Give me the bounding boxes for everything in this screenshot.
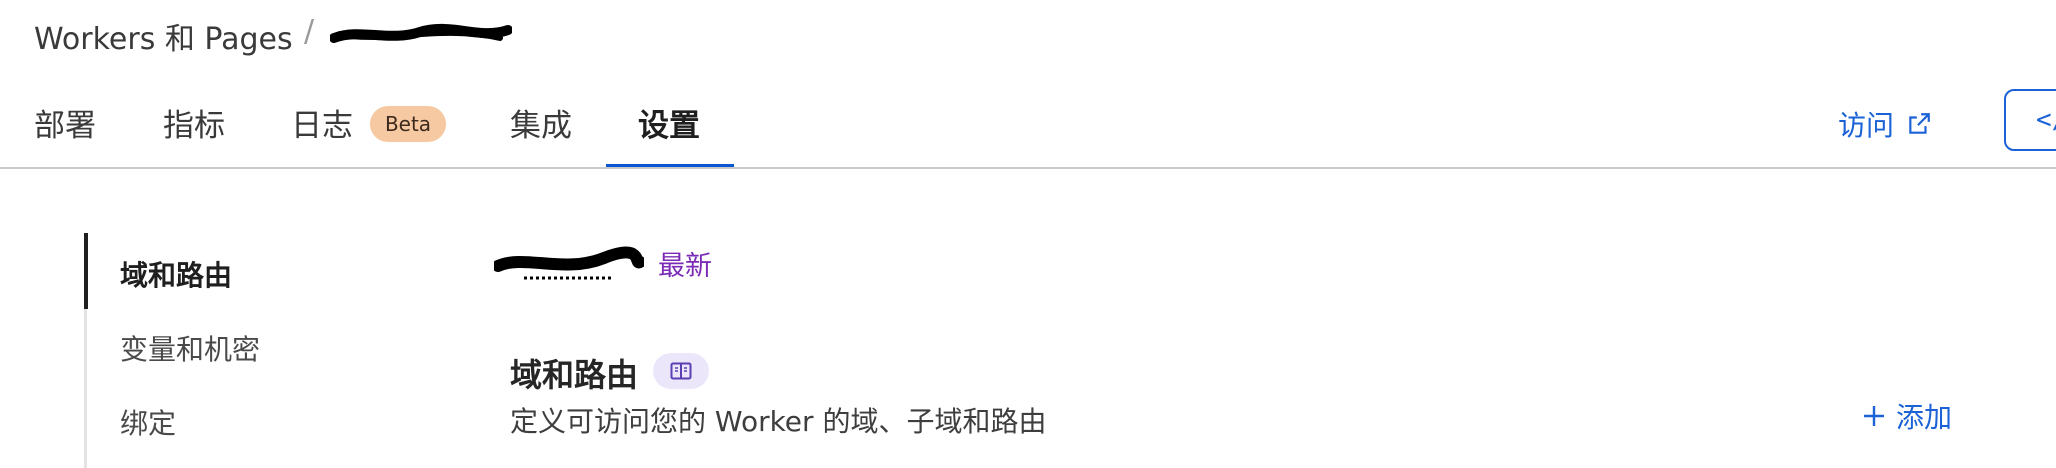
- section-title: 域和路由: [510, 356, 639, 394]
- sidenav-item-variables-secrets[interactable]: 变量和机密: [120, 328, 260, 368]
- tab-logs[interactable]: 日志: [291, 100, 353, 145]
- plus-icon: [1864, 406, 1884, 426]
- visit-label: 访问: [1838, 109, 1895, 142]
- latest-version-label: 最新: [658, 251, 712, 282]
- sidenav-item-bindings[interactable]: 绑定: [120, 402, 176, 442]
- tab-integrations[interactable]: 集成: [510, 100, 572, 145]
- add-label: 添加: [1896, 401, 1953, 434]
- beta-badge: Beta: [370, 106, 446, 142]
- visit-link[interactable]: 访问: [1838, 104, 1932, 144]
- docs-link[interactable]: [653, 353, 709, 389]
- book-icon: [670, 362, 692, 380]
- redacted-worker-name: [330, 23, 512, 43]
- code-icon: </: [2036, 105, 2056, 135]
- breadcrumb-root[interactable]: Workers 和 Pages: [34, 14, 293, 58]
- redacted-version-id: [494, 246, 644, 280]
- sidenav-item-domains-routes[interactable]: 域和路由: [120, 254, 232, 294]
- external-link-icon: [1909, 113, 1930, 134]
- edit-code-button[interactable]: </: [2004, 89, 2056, 151]
- tab-settings[interactable]: 设置: [638, 100, 700, 145]
- add-button[interactable]: 添加: [1862, 396, 1952, 436]
- sidenav-active-indicator: [84, 233, 88, 309]
- tabbar-divider: [0, 167, 2056, 169]
- section-description: 定义可访问您的 Worker 的域、子域和路由: [510, 405, 1047, 438]
- tab-deployments[interactable]: 部署: [34, 100, 96, 145]
- tab-metrics[interactable]: 指标: [163, 100, 225, 145]
- breadcrumb-separator: /: [304, 14, 315, 49]
